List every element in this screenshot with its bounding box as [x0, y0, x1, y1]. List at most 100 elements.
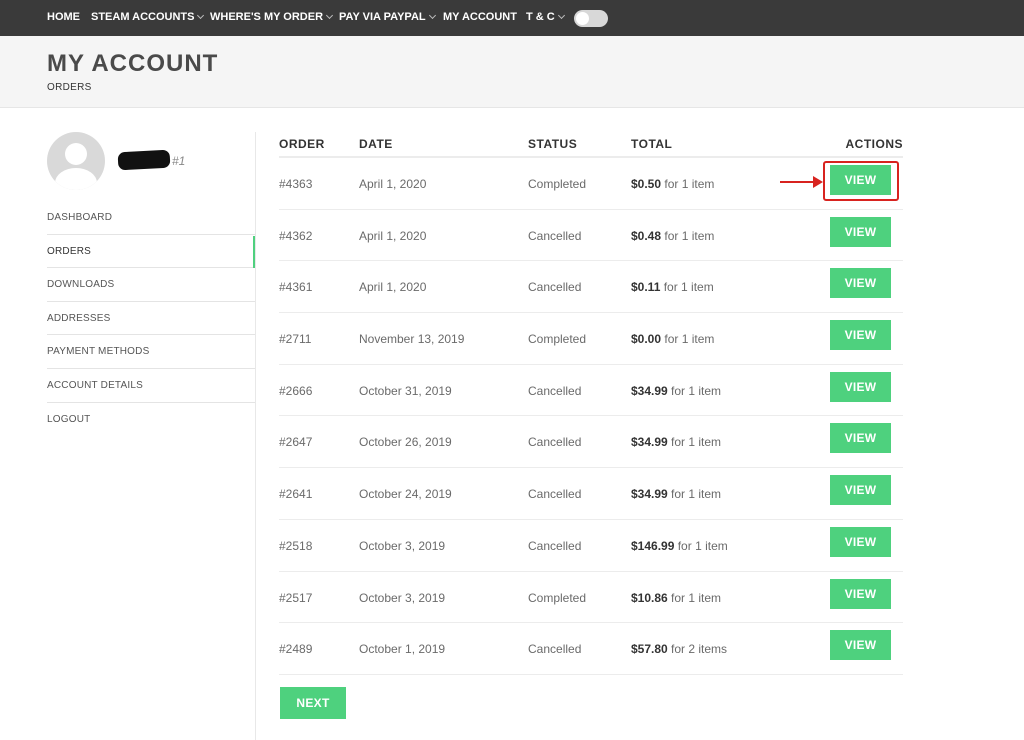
- order-amount: $0.11: [631, 280, 661, 295]
- next-page-button[interactable]: NEXT: [280, 687, 346, 719]
- table-row: #2517 October 3, 2019 Completed $10.86 for …: [279, 572, 903, 624]
- order-status: Cancelled: [528, 487, 582, 502]
- order-date: April 1, 2020: [359, 177, 427, 191]
- sidebar-item-account-details[interactable]: ACCOUNT DETAILS: [47, 369, 255, 403]
- nav-item-label: HOME: [47, 11, 80, 23]
- view-order-button[interactable]: VIEW: [830, 630, 891, 661]
- order-number[interactable]: #2518: [279, 539, 312, 553]
- order-date: April 1, 2020: [359, 228, 427, 243]
- order-number[interactable]: #2517: [279, 591, 312, 605]
- order-date: November 13, 2019: [359, 332, 465, 347]
- chevron-down-icon: [428, 11, 436, 20]
- view-order-button[interactable]: VIEW: [830, 268, 891, 299]
- sidebar-item-dashboard[interactable]: DASHBOARD: [47, 201, 255, 235]
- sidebar-item-downloads[interactable]: DOWNLOADS: [47, 268, 255, 302]
- column-header-order: ORDER: [279, 137, 325, 151]
- view-order-button[interactable]: VIEW: [830, 578, 891, 609]
- active-indicator: [253, 236, 255, 268]
- order-status: Cancelled: [528, 538, 582, 553]
- chevron-down-icon: [197, 11, 205, 20]
- view-order-button[interactable]: VIEW: [830, 216, 891, 247]
- order-date: October 31, 2019: [359, 383, 452, 398]
- order-amount: $10.86: [631, 590, 668, 605]
- nav-item-wheres-my-order[interactable]: WHERE'S MY ORDER: [210, 11, 334, 23]
- order-total: $146.99 for 1 item: [631, 539, 728, 553]
- view-order-button[interactable]: VIEW: [830, 371, 891, 402]
- table-row: #2711 November 13, 2019 Completed $0.00 for…: [279, 313, 903, 365]
- order-number[interactable]: #2711: [279, 332, 311, 346]
- nav-item-label: STEAM ACCOUNTS: [91, 11, 195, 23]
- view-order-button[interactable]: VIEW: [830, 526, 891, 557]
- order-number[interactable]: #2647: [279, 435, 312, 449]
- chevron-down-icon: [326, 11, 334, 20]
- order-date: October 26, 2019: [359, 435, 452, 450]
- nav-item-steam-accounts[interactable]: STEAM ACCOUNTS: [91, 11, 205, 23]
- order-total: $0.11 for 1 item: [631, 280, 714, 294]
- order-date: October 3, 2019: [359, 590, 446, 605]
- order-total: $0.48 for 1 item: [631, 229, 714, 243]
- annotation-highlight-box: [823, 161, 899, 201]
- order-status: Cancelled: [528, 383, 582, 398]
- view-order-button[interactable]: VIEW: [830, 423, 891, 454]
- order-total: $34.99 for 1 item: [631, 435, 721, 449]
- avatar: [47, 132, 105, 190]
- view-order-button[interactable]: VIEW: [830, 320, 891, 351]
- order-total: $0.00 for 1 item: [631, 332, 714, 346]
- nav-item-label: WHERE'S MY ORDER: [210, 11, 324, 23]
- table-row: #2666 October 31, 2019 Cancelled $34.99 for…: [279, 365, 903, 417]
- order-item-count: for 1 item: [667, 383, 722, 398]
- table-row: #4361 April 1, 2020 Cancelled $0.11 for 1 i…: [279, 261, 903, 314]
- chevron-down-icon: [557, 11, 565, 20]
- order-number[interactable]: #4361: [279, 280, 312, 294]
- order-amount: $34.99: [631, 487, 668, 502]
- order-status: Completed: [528, 332, 587, 347]
- order-amount: $34.99: [631, 435, 668, 450]
- order-item-count: for 1 item: [667, 590, 722, 605]
- redacted-username: [117, 149, 171, 171]
- order-amount: $0.00: [631, 332, 662, 347]
- nav-item-my-account[interactable]: MY ACCOUNT: [443, 11, 517, 23]
- avatar-body-shape: [55, 168, 97, 190]
- sidebar-item-addresses[interactable]: ADDRESSES: [47, 302, 255, 336]
- nav-item-label: MY ACCOUNT: [443, 11, 517, 23]
- order-date: October 1, 2019: [359, 642, 446, 657]
- order-number[interactable]: #4363: [279, 177, 312, 191]
- order-item-count: for 1 item: [661, 177, 715, 191]
- order-status: Cancelled: [528, 228, 582, 243]
- order-number[interactable]: #2489: [279, 642, 312, 656]
- order-number[interactable]: #2666: [279, 384, 312, 398]
- sidebar-item-payment-methods[interactable]: PAYMENT METHODS: [47, 335, 255, 369]
- order-amount: $34.99: [631, 383, 668, 398]
- order-amount: $146.99: [631, 538, 675, 553]
- order-item-count: for 1 item: [667, 435, 722, 450]
- order-total: $57.80 for 2 items: [631, 642, 727, 656]
- nav-item-pay-via-paypal[interactable]: PAY VIA PAYPAL: [339, 11, 436, 23]
- theme-toggle[interactable]: [574, 10, 608, 27]
- order-status: Cancelled: [528, 435, 582, 450]
- order-status: Completed: [528, 177, 587, 191]
- order-total: $34.99 for 1 item: [631, 384, 721, 398]
- table-row: #2489 October 1, 2019 Cancelled $57.80 for …: [279, 623, 903, 675]
- order-number[interactable]: #4362: [279, 229, 312, 243]
- order-item-count: for 1 item: [661, 332, 715, 347]
- order-date: October 3, 2019: [359, 538, 446, 553]
- table-row: #2647 October 26, 2019 Cancelled $34.99 for…: [279, 416, 903, 469]
- table-row: #2518 October 3, 2019 Cancelled $146.99 for…: [279, 520, 903, 572]
- breadcrumb: ORDERS: [47, 82, 92, 93]
- order-date: October 24, 2019: [359, 487, 452, 502]
- column-header-total: TOTAL: [631, 137, 673, 151]
- table-row: #4362 April 1, 2020 Cancelled $0.48 for 1 i…: [279, 210, 903, 262]
- order-item-count: for 2 items: [667, 642, 728, 657]
- page-title: MY ACCOUNT: [47, 50, 219, 77]
- top-nav: HOME STEAM ACCOUNTS WHERE'S MY ORDER PAY…: [0, 0, 1024, 36]
- page-header: MY ACCOUNT ORDERS: [0, 36, 1024, 108]
- order-amount: $0.50: [631, 177, 662, 191]
- avatar-head-shape: [65, 143, 87, 165]
- order-item-count: for 1 item: [660, 280, 714, 295]
- view-order-button[interactable]: VIEW: [830, 475, 891, 506]
- sidebar-item-logout[interactable]: LOGOUT: [47, 403, 255, 437]
- order-number[interactable]: #2641: [279, 487, 312, 501]
- nav-item-terms[interactable]: T & C: [526, 11, 565, 23]
- sidebar-item-orders[interactable]: ORDERS: [47, 235, 255, 269]
- nav-item-home[interactable]: HOME: [47, 11, 80, 23]
